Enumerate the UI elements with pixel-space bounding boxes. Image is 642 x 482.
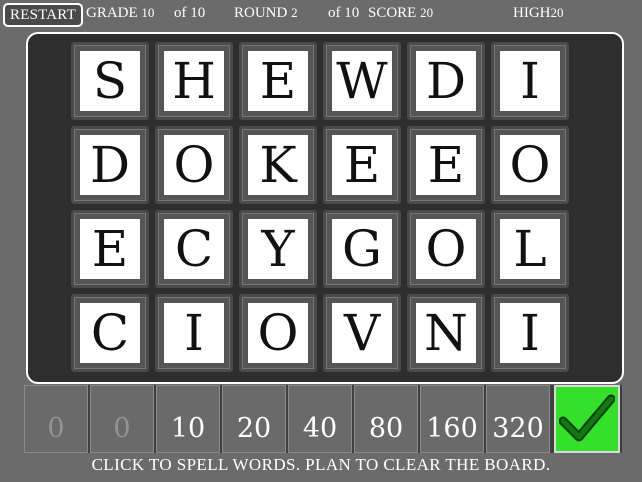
word-length-score-slot: 0 xyxy=(90,385,154,453)
tile-letter: E xyxy=(248,51,308,111)
tile-letter: I xyxy=(164,303,224,363)
high-label: HIGH xyxy=(513,5,551,21)
score-value: 20 xyxy=(420,5,434,20)
letter-tile[interactable]: S xyxy=(71,42,149,120)
tile-letter: E xyxy=(332,135,392,195)
word-length-score-slot: 0 xyxy=(24,385,88,453)
round-total: of 10 xyxy=(328,5,360,21)
letter-tile[interactable]: C xyxy=(71,294,149,372)
tile-letter: O xyxy=(416,219,476,279)
tile-letter: W xyxy=(332,51,392,111)
submit-word-button[interactable] xyxy=(554,385,620,453)
letter-tile[interactable]: Y xyxy=(239,210,317,288)
tile-letter: S xyxy=(80,51,140,111)
letter-tile[interactable]: K xyxy=(239,126,317,204)
round-value: 2 xyxy=(291,5,298,20)
tile-letter: O xyxy=(248,303,308,363)
letter-tile[interactable]: D xyxy=(71,126,149,204)
word-length-score-slot: 40 xyxy=(288,385,352,453)
letter-tile[interactable]: G xyxy=(323,210,401,288)
letter-tile[interactable]: O xyxy=(407,210,485,288)
word-length-score-slot: 320 xyxy=(486,385,550,453)
letter-board: SHEWDIDOKEEOECYGOLCIOVNI xyxy=(26,32,624,384)
word-length-score-slot: 160 xyxy=(420,385,484,453)
tile-letter: V xyxy=(332,303,392,363)
tile-letter: D xyxy=(416,51,476,111)
letter-tile[interactable]: E xyxy=(239,42,317,120)
word-score-bar: 0 0 10 20 40 80 160 320 xyxy=(24,385,622,453)
instructions-text: CLICK TO SPELL WORDS. PLAN TO CLEAR THE … xyxy=(91,455,551,474)
tile-letter: E xyxy=(416,135,476,195)
tile-letter: C xyxy=(164,219,224,279)
letter-tile[interactable]: H xyxy=(155,42,233,120)
letter-tile[interactable]: E xyxy=(323,126,401,204)
tile-letter: E xyxy=(80,219,140,279)
tile-letter: H xyxy=(164,51,224,111)
letter-tile[interactable]: I xyxy=(491,294,569,372)
grade-label: GRADE xyxy=(86,5,138,21)
grade-value: 10 xyxy=(141,5,155,20)
high-value: 20 xyxy=(550,5,564,20)
tile-letter: D xyxy=(80,135,140,195)
tile-letter: O xyxy=(500,135,560,195)
letter-tile[interactable]: N xyxy=(407,294,485,372)
grade-display: GRADE 10 xyxy=(86,5,154,22)
letter-tile[interactable]: W xyxy=(323,42,401,120)
tile-letter: L xyxy=(500,219,560,279)
letter-tile[interactable]: D xyxy=(407,42,485,120)
tile-letter: G xyxy=(332,219,392,279)
tile-letter: C xyxy=(80,303,140,363)
tile-letter: Y xyxy=(248,219,308,279)
word-length-score-slot: 20 xyxy=(222,385,286,453)
letter-tile[interactable]: L xyxy=(491,210,569,288)
tile-letter: O xyxy=(164,135,224,195)
word-length-score-slot: 10 xyxy=(156,385,220,453)
grade-total: of 10 xyxy=(174,5,206,21)
score-display: SCORE 20 xyxy=(368,5,433,22)
word-length-score-slot: 80 xyxy=(354,385,418,453)
tile-letter: K xyxy=(248,135,308,195)
letter-tile[interactable]: I xyxy=(491,42,569,120)
letter-tile[interactable]: E xyxy=(71,210,149,288)
high-score-display: HIGH20 xyxy=(513,5,564,22)
tile-letter: I xyxy=(500,51,560,111)
letter-tile[interactable]: O xyxy=(491,126,569,204)
round-label: ROUND xyxy=(234,5,288,21)
letter-tile[interactable]: O xyxy=(155,126,233,204)
letter-tile[interactable]: V xyxy=(323,294,401,372)
top-bar: RESTART GRADE 10 of 10 ROUND 2 of 10 SCO… xyxy=(0,0,642,30)
tile-letter: N xyxy=(416,303,476,363)
round-display: ROUND 2 xyxy=(234,5,298,22)
restart-button[interactable]: RESTART xyxy=(3,3,83,27)
checkmark-icon xyxy=(559,394,615,442)
tile-letter: I xyxy=(500,303,560,363)
letter-tile[interactable]: E xyxy=(407,126,485,204)
letter-tile[interactable]: C xyxy=(155,210,233,288)
letter-tile[interactable]: O xyxy=(239,294,317,372)
score-label: SCORE xyxy=(368,5,417,21)
letter-tile[interactable]: I xyxy=(155,294,233,372)
